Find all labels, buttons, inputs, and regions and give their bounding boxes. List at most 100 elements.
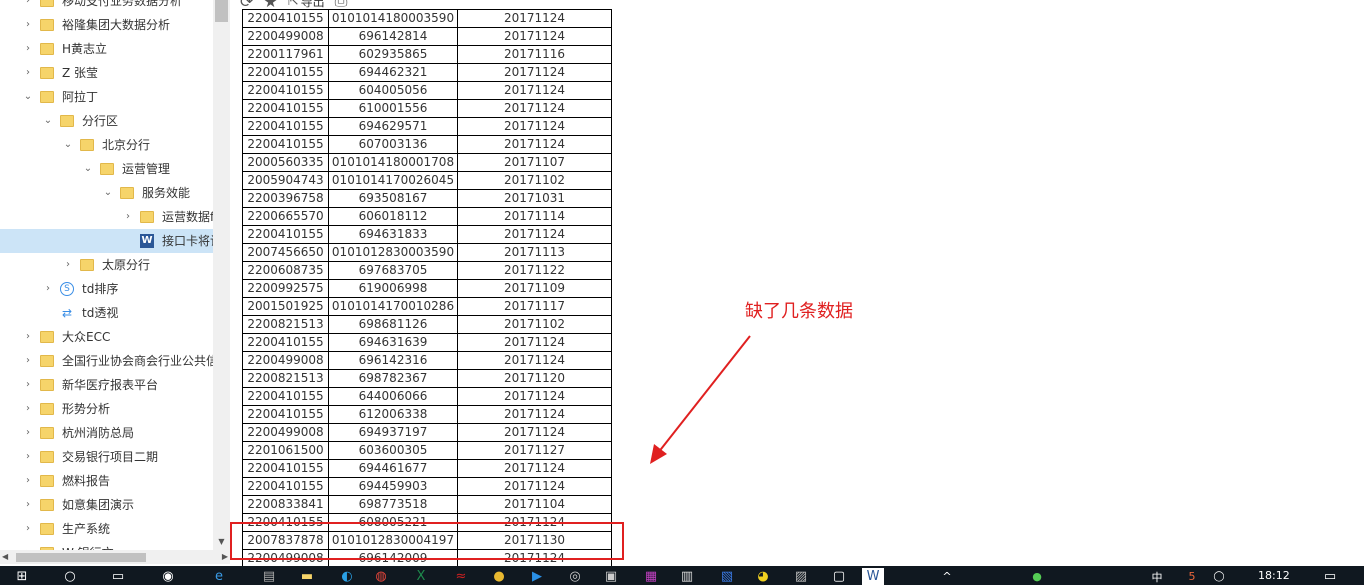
table-cell: 0101014180003590 [328, 9, 458, 28]
app-icon[interactable]: ▦ [640, 568, 662, 585]
tray-app-icon[interactable]: ● [1030, 568, 1044, 585]
excel-icon[interactable]: X [410, 568, 432, 585]
export-icon: ⇱ [287, 0, 299, 9]
table-cell: 2200410155 [242, 477, 329, 496]
tree-item[interactable]: ⌄ 北京分行 [0, 133, 150, 157]
ie-icon[interactable]: e [208, 568, 230, 585]
browser-icon[interactable]: ◐ [336, 568, 358, 585]
chevron-right-icon[interactable]: › [22, 13, 34, 37]
tree-item[interactable]: › 交易银行项目二期 [0, 445, 158, 469]
app-icon[interactable]: ▧ [716, 568, 738, 585]
chevron-down-icon[interactable]: ⌄ [62, 133, 74, 157]
chevron-right-icon[interactable]: › [22, 37, 34, 61]
ime-icon[interactable]: 中 [1150, 568, 1164, 585]
tree-item[interactable]: › W 银行文 [0, 541, 114, 550]
tree-item[interactable]: › 移动支付业务数据分析 [0, 0, 182, 13]
chevron-down-icon[interactable]: ⌄ [82, 157, 94, 181]
tree-item[interactable]: › 运营数据f [0, 205, 213, 229]
tree-item[interactable]: › Std排序 [0, 277, 118, 301]
explorer-icon[interactable]: ▬ [296, 568, 318, 585]
folder-icon [120, 187, 134, 199]
report-table: 2200410155 0101014180003590 20171124 220049… [242, 9, 612, 568]
chevron-down-icon[interactable]: ⌄ [22, 85, 34, 109]
app-icon[interactable]: ◕ [752, 568, 774, 585]
drive-icon[interactable]: ▤ [258, 568, 280, 585]
chevron-right-icon[interactable]: › [22, 421, 34, 445]
table-row: 2200608735 697683705 20171122 [242, 261, 612, 280]
app-icon[interactable]: ▨ [790, 568, 812, 585]
table-cell: 604005056 [328, 81, 458, 100]
tree-item[interactable]: ⌄ 分行区 [0, 109, 118, 133]
scroll-down-arrow-icon[interactable]: ▼ [213, 533, 230, 550]
search-icon[interactable]: ○ [60, 568, 80, 585]
terminal-icon[interactable]: ▣ [600, 568, 622, 585]
tree-item[interactable]: › 新华医疗报表平台 [0, 373, 158, 397]
folder-icon [60, 115, 74, 127]
word-icon[interactable]: W [862, 568, 884, 585]
table-cell: 20171124 [457, 27, 612, 46]
table-cell: 2200992575 [242, 279, 329, 298]
chevron-right-icon[interactable]: › [122, 205, 134, 229]
table-cell: 644006066 [328, 387, 458, 406]
tree-item[interactable]: › 如意集团演示 [0, 493, 134, 517]
tree-item[interactable]: › H黄志立 [0, 37, 107, 61]
chevron-right-icon[interactable]: › [22, 517, 34, 541]
app-icon[interactable]: ▶ [526, 568, 548, 585]
chevron-down-icon[interactable]: ⌄ [42, 109, 54, 133]
chevron-right-icon[interactable]: › [22, 445, 34, 469]
tree-item[interactable]: ⌄ 运营管理 [0, 157, 170, 181]
tree-item[interactable]: › 大众ECC [0, 325, 110, 349]
chevron-right-icon[interactable]: › [22, 325, 34, 349]
tree-horizontal-scrollbar[interactable]: ◀ ▶ [0, 550, 230, 564]
tray-badge-icon[interactable]: ◯ [1210, 568, 1228, 585]
tree-item-label: 大众ECC [62, 330, 111, 344]
tree-item[interactable]: › 裕隆集团大数据分析 [0, 13, 170, 37]
tree-item[interactable]: W 接口卡将让 [0, 229, 213, 253]
table-row: 2200410155 694461677 20171124 [242, 459, 612, 478]
table-cell: 612006338 [328, 405, 458, 424]
table-cell: 2200117961 [242, 45, 329, 64]
tree-vertical-scrollbar[interactable]: ▼ [213, 0, 230, 550]
tree-item[interactable]: › 全国行业协会商会行业公共信 [0, 349, 213, 373]
tree-item[interactable]: › 燃料报告 [0, 469, 110, 493]
start-icon[interactable]: ⊞ [12, 568, 32, 585]
chevron-down-icon[interactable]: ⌄ [102, 181, 114, 205]
chevron-right-icon[interactable]: › [22, 493, 34, 517]
table-cell: 2200410155 [242, 135, 329, 154]
chrome-icon[interactable]: ◍ [370, 568, 392, 585]
scroll-right-arrow-icon[interactable]: ▶ [222, 550, 228, 564]
chevron-right-icon[interactable]: › [22, 0, 34, 13]
app-icon[interactable]: ▢ [828, 568, 850, 585]
folder-icon [80, 259, 94, 271]
tree-item[interactable]: › 杭州消防总局 [0, 421, 134, 445]
tree-item[interactable]: › 太原分行 [0, 253, 150, 277]
notification-icon[interactable]: ▭ [1322, 568, 1338, 585]
tray-up-icon[interactable]: ^ [940, 568, 954, 585]
tree-item[interactable]: ⌄ 阿拉丁 [0, 85, 98, 109]
chevron-right-icon[interactable]: › [22, 469, 34, 493]
app-icon[interactable]: ▥ [676, 568, 698, 585]
tree-horizontal-scroll-thumb[interactable] [16, 553, 146, 562]
chevron-right-icon[interactable]: › [22, 541, 34, 550]
tree-item[interactable]: ⌄ 服务效能 [0, 181, 190, 205]
chevron-right-icon[interactable]: › [62, 253, 74, 277]
taskbar-clock[interactable]: 18:12 [1258, 569, 1290, 582]
chevron-right-icon[interactable]: › [22, 61, 34, 85]
chevron-right-icon[interactable]: › [22, 373, 34, 397]
app-icon[interactable]: ◎ [564, 568, 586, 585]
tree-vertical-scroll-thumb[interactable] [215, 0, 228, 22]
app-icon[interactable]: ● [488, 568, 510, 585]
tree-item[interactable]: › 形势分析 [0, 397, 110, 421]
tree-item[interactable]: › 生产系统 [0, 517, 110, 541]
table-cell: 694631833 [328, 225, 458, 244]
chevron-right-icon[interactable]: › [42, 277, 54, 301]
app-icon[interactable]: ≈ [450, 568, 472, 585]
scroll-left-arrow-icon[interactable]: ◀ [2, 550, 8, 564]
tree-item[interactable]: ⇄ td透视 [0, 301, 118, 325]
app-icon[interactable]: ◉ [158, 568, 178, 585]
tree-item[interactable]: › Z 张莹 [0, 61, 98, 85]
task-view-icon[interactable]: ▭ [108, 568, 128, 585]
tray-app-icon[interactable]: 5 [1185, 568, 1199, 585]
chevron-right-icon[interactable]: › [22, 397, 34, 421]
chevron-right-icon[interactable]: › [22, 349, 34, 373]
